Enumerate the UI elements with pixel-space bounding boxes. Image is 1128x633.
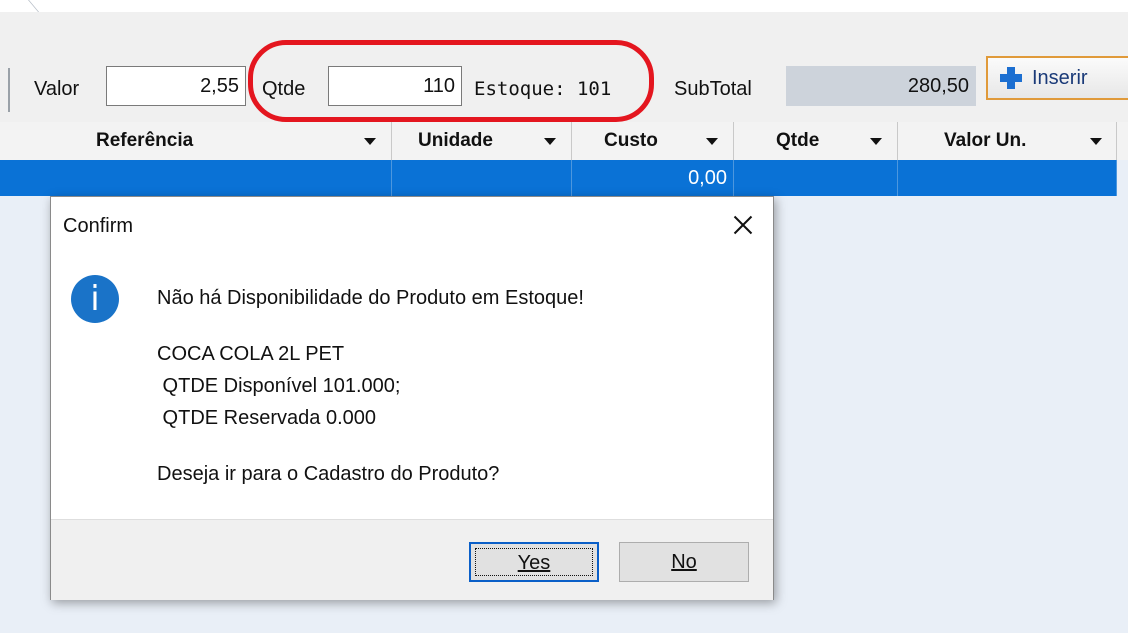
chevron-down-icon[interactable]	[706, 138, 718, 145]
valor-label: Valor	[34, 78, 80, 100]
column-referencia[interactable]: Referência	[0, 122, 392, 160]
dialog-footer: Yes No	[51, 519, 773, 600]
column-qtde[interactable]: Qtde	[734, 122, 898, 160]
cell-referencia	[0, 160, 392, 196]
column-qtde-label: Qtde	[776, 130, 820, 151]
cell-unidade	[392, 160, 572, 196]
valor-input[interactable]: 2,55	[106, 66, 246, 106]
no-button[interactable]: No	[619, 542, 749, 582]
qtde-reservada: QTDE Reservada 0.000	[157, 407, 376, 429]
confirm-dialog: Confirm i Não há Disponibilidade do Prod…	[50, 196, 774, 600]
qtde-disponivel: QTDE Disponível 101.000;	[157, 375, 401, 397]
column-unidade-label: Unidade	[418, 130, 493, 151]
chevron-down-icon[interactable]	[544, 138, 556, 145]
table-row[interactable]: 0,00	[0, 160, 1117, 196]
column-custo-label: Custo	[604, 130, 658, 151]
dialog-title: Confirm	[63, 215, 134, 237]
chevron-down-icon[interactable]	[364, 138, 376, 145]
inserir-label: Inserir	[1032, 66, 1088, 89]
cell-valor-un	[898, 160, 1117, 196]
plus-icon	[1000, 67, 1022, 89]
top-panel-edge	[0, 0, 1128, 12]
cell-custo: 0,00	[572, 160, 734, 196]
column-valor-un-label: Valor Un.	[944, 130, 1027, 151]
column-valor-un[interactable]: Valor Un.	[898, 122, 1117, 160]
yes-button[interactable]: Yes	[469, 542, 599, 582]
chevron-down-icon[interactable]	[1090, 138, 1102, 145]
column-referencia-label: Referência	[96, 130, 194, 151]
column-unidade[interactable]: Unidade	[392, 122, 572, 160]
column-custo[interactable]: Custo	[572, 122, 734, 160]
dialog-question: Deseja ir para o Cadastro do Produto?	[157, 463, 500, 485]
cell-qtde	[734, 160, 898, 196]
focus-rect	[475, 548, 593, 576]
subtotal-label: SubTotal	[674, 78, 752, 100]
right-edge	[1117, 160, 1128, 633]
red-highlight-ellipse	[248, 40, 654, 122]
close-icon[interactable]	[723, 205, 763, 245]
subtotal-field: 280,50	[786, 66, 976, 106]
grid-header: Referência Unidade Custo Qtde Valor Un.	[0, 122, 1128, 161]
toolbar-separator	[8, 68, 10, 112]
inserir-button[interactable]: Inserir	[986, 56, 1128, 100]
dialog-message: Não há Disponibilidade do Produto em Est…	[157, 287, 584, 309]
no-label: No	[671, 551, 697, 573]
info-icon: i	[71, 275, 119, 323]
tab-notch	[8, 0, 40, 12]
product-name: COCA COLA 2L PET	[157, 343, 345, 365]
chevron-down-icon[interactable]	[870, 138, 882, 145]
